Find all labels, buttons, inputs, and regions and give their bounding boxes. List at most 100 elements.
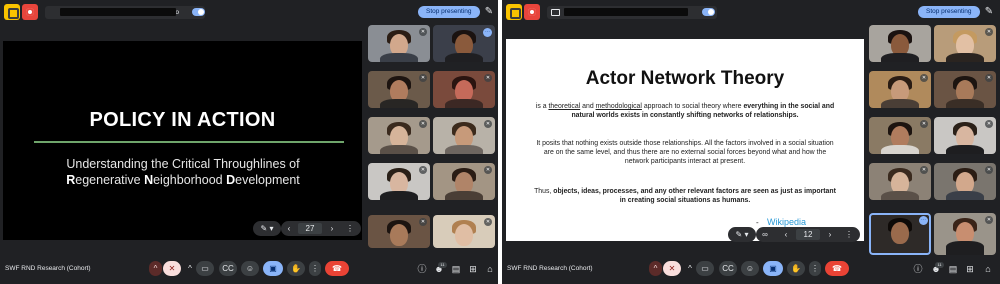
people-icon[interactable]: ☻ 11 xyxy=(930,262,944,275)
p3-bold-text: objects, ideas, processes, and any other… xyxy=(553,188,836,204)
mic-off-icon[interactable]: ✕ xyxy=(163,261,181,276)
subtitle-initial-r: R xyxy=(66,173,76,187)
mic-off-icon: ✕ xyxy=(920,74,928,82)
link-icon[interactable]: ∞ xyxy=(759,227,771,242)
host-controls-icon[interactable]: ⌂ xyxy=(982,263,994,275)
participant-tile[interactable]: ✕ xyxy=(433,117,495,154)
participant-tile[interactable]: ✕ xyxy=(934,213,996,255)
link-methodological[interactable]: methodological xyxy=(596,103,642,110)
pin-icon[interactable]: ✎ xyxy=(983,5,995,19)
wikipedia-link[interactable]: Wikipedia xyxy=(767,217,806,227)
chevron-up-icon[interactable]: ^ xyxy=(649,261,662,276)
participant-tile[interactable]: ✕ xyxy=(934,117,996,154)
meet-window-left: o Stop presenting ✎ POLICY IN ACTION Und… xyxy=(0,0,498,284)
slide-divider xyxy=(34,141,344,143)
more-vert-icon[interactable]: ⋮ xyxy=(844,227,854,242)
participant-tile[interactable]: ✕ xyxy=(433,163,495,200)
participant-tile[interactable]: ✕ xyxy=(934,71,996,108)
p1-text: is a xyxy=(535,103,549,110)
subtitle-word-development: evelopment xyxy=(235,173,300,187)
participant-tile-self[interactable]: ⋯ xyxy=(869,213,931,255)
share-audio-toggle[interactable] xyxy=(702,8,715,16)
camera-icon[interactable]: ▭ xyxy=(696,261,714,276)
captions-icon[interactable]: CC xyxy=(219,261,237,276)
more-vert-icon[interactable]: ⋯ xyxy=(919,216,928,225)
record-icon[interactable] xyxy=(524,4,540,20)
citation-dash: - xyxy=(756,218,759,227)
mic-off-icon: ✕ xyxy=(484,218,492,226)
app-icon[interactable] xyxy=(4,4,20,20)
chevron-up-icon[interactable]: ^ xyxy=(149,261,162,276)
host-controls-icon[interactable]: ⌂ xyxy=(484,263,496,275)
more-vert-icon[interactable]: ⋮ xyxy=(345,221,355,236)
participant-tile[interactable]: ✕ xyxy=(433,71,495,108)
chat-icon[interactable]: ▤ xyxy=(450,263,462,275)
activities-icon[interactable]: ⊞ xyxy=(964,263,976,275)
chevron-up-icon[interactable]: ^ xyxy=(186,261,194,276)
redacted-text xyxy=(60,8,176,16)
link-theoretical[interactable]: theoretical xyxy=(548,103,580,110)
end-call-icon[interactable]: ☎ xyxy=(325,261,349,276)
mic-off-icon: ✕ xyxy=(419,120,427,128)
annotate-button[interactable]: ✎ ▾ xyxy=(253,221,281,236)
annotate-button[interactable]: ✎ ▾ xyxy=(728,227,756,242)
emoji-icon[interactable]: ☺ xyxy=(241,261,259,276)
participant-tile[interactable]: ✕ xyxy=(368,117,430,154)
emoji-icon[interactable]: ☺ xyxy=(741,261,759,276)
participant-tile[interactable]: ✕ xyxy=(869,71,931,108)
more-vert-icon[interactable]: ⋮ xyxy=(309,261,321,276)
chevron-up-icon[interactable]: ^ xyxy=(686,261,694,276)
people-icon[interactable]: ☻ 11 xyxy=(433,262,447,275)
stop-presenting-button[interactable]: Stop presenting xyxy=(418,6,480,18)
mic-off-icon: ✕ xyxy=(419,28,427,36)
participant-tile[interactable]: ✕ xyxy=(368,71,430,108)
info-icon[interactable]: ⓘ xyxy=(416,263,428,275)
page-number[interactable]: 27 xyxy=(298,223,322,234)
mic-off-icon[interactable]: ✕ xyxy=(663,261,681,276)
participant-tile[interactable]: ✕ xyxy=(368,215,430,248)
participant-tile[interactable] xyxy=(869,25,931,62)
participant-tile[interactable]: ✕ xyxy=(869,117,931,154)
share-audio-toggle[interactable] xyxy=(192,8,205,16)
pen-icon: ✎ ▾ xyxy=(735,230,749,239)
chevron-right-icon[interactable]: › xyxy=(326,221,338,236)
chat-icon[interactable]: ▤ xyxy=(947,263,959,275)
chevron-left-icon[interactable]: ‹ xyxy=(283,221,295,236)
top-bar: o Stop presenting ✎ xyxy=(0,0,498,26)
app-icon[interactable] xyxy=(506,4,522,20)
more-vert-icon[interactable]: ⋮ xyxy=(809,261,821,276)
subtitle-word-neighborhood: eighborhood xyxy=(153,173,227,187)
participant-tile[interactable]: ✕ xyxy=(368,25,430,62)
chevron-left-icon[interactable]: ‹ xyxy=(780,227,792,242)
page-number[interactable]: 12 xyxy=(796,229,820,240)
raise-hand-icon[interactable]: ✋ xyxy=(787,261,805,276)
dual-screenshot: o Stop presenting ✎ POLICY IN ACTION Und… xyxy=(0,0,1000,284)
participant-tile[interactable]: ✕ xyxy=(368,163,430,200)
presented-slide: Actor Network Theory is a theoretical an… xyxy=(506,39,864,241)
mic-off-icon: ✕ xyxy=(920,120,928,128)
present-icon[interactable]: ▣ xyxy=(263,261,283,276)
end-call-icon[interactable]: ☎ xyxy=(825,261,849,276)
slide-paragraph-1: is a theoretical and methodological appr… xyxy=(534,102,836,120)
participant-tile[interactable]: ✕ xyxy=(934,25,996,62)
activities-icon[interactable]: ⊞ xyxy=(467,263,479,275)
participant-tile[interactable]: ✕ xyxy=(433,215,495,248)
present-icon[interactable]: ▣ xyxy=(763,261,783,276)
slide-title: Actor Network Theory xyxy=(585,68,785,89)
info-icon[interactable]: ⓘ xyxy=(912,263,924,275)
raise-hand-icon[interactable]: ✋ xyxy=(287,261,305,276)
chevron-right-icon[interactable]: › xyxy=(824,227,836,242)
participant-tile[interactable]: ✕ xyxy=(934,163,996,200)
participant-count: 11 xyxy=(935,262,944,268)
participant-count: 11 xyxy=(438,262,447,268)
slide-paragraph-3: Thus, objects, ideas, processes, and any… xyxy=(534,187,836,205)
record-icon[interactable] xyxy=(22,4,38,20)
camera-icon[interactable]: ▭ xyxy=(196,261,214,276)
participant-tile[interactable]: ✕ xyxy=(869,163,931,200)
redacted-text xyxy=(564,8,688,16)
participant-tile[interactable]: ⋯ xyxy=(433,25,495,62)
stop-presenting-button[interactable]: Stop presenting xyxy=(918,6,980,18)
pin-icon[interactable]: ✎ xyxy=(483,5,495,19)
captions-icon[interactable]: CC xyxy=(719,261,737,276)
more-vert-icon[interactable]: ⋯ xyxy=(483,28,492,37)
